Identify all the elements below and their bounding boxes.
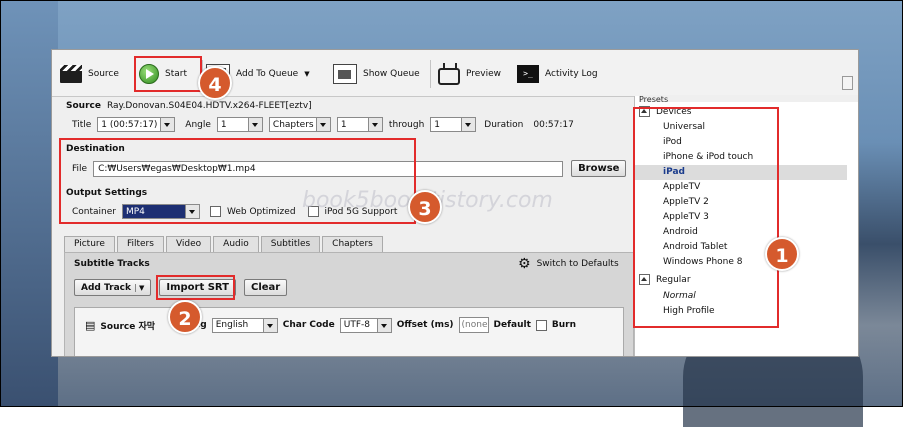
chapter-start-select[interactable]: 1 [336, 117, 383, 132]
title-label: Title [72, 119, 92, 130]
dropdown-arrow-icon [160, 118, 175, 131]
duration-label: Duration [484, 119, 524, 130]
charcode-select-value: UTF-8 [343, 320, 370, 330]
chapter-end-value: 1 [434, 119, 441, 130]
show-queue-label: Show Queue [363, 69, 420, 79]
tab-audio[interactable]: Audio [213, 236, 259, 252]
dropdown-arrow-icon [461, 118, 476, 131]
title-row: Title 1 (00:57:17) Angle 1 Chapters 1 th… [72, 117, 574, 132]
default-checkbox[interactable] [535, 319, 547, 331]
title-select[interactable]: 1 (00:57:17) [97, 117, 176, 132]
browse-button[interactable]: Browse [571, 160, 627, 177]
annotation-box-output [59, 138, 416, 224]
dropdown-arrow-icon [247, 118, 262, 131]
subtitle-heading-row: Subtitle Tracks [74, 259, 150, 269]
charcode-column: Char Code [282, 320, 335, 330]
chevron-down-icon[interactable]: ▼ [134, 283, 144, 292]
angle-select[interactable]: 1 [216, 117, 263, 132]
subtitle-columns: ▤ Source 자막 Lang English Char Code UTF-8… [85, 317, 576, 333]
add-track-button[interactable]: Add Track ▼ [74, 279, 152, 296]
angle-label: Angle [185, 119, 211, 130]
source-button[interactable]: Source [60, 63, 119, 85]
lang-select-value: English [215, 320, 249, 330]
charcode-select[interactable]: UTF-8 [339, 317, 392, 333]
angle-select-value: 1 [220, 119, 227, 130]
chapters-type-select[interactable]: Chapters [268, 117, 331, 132]
tab-video[interactable]: Video [165, 236, 212, 252]
annotation-badge-4: 4 [198, 66, 232, 100]
preview-label: Preview [466, 69, 502, 79]
source-row: Source Ray.Donovan.S04E04.HDTV.x264-FLEE… [66, 101, 312, 111]
scroll-up-icon[interactable] [842, 76, 853, 90]
source-button-label: Source [88, 69, 119, 79]
activity-log-button[interactable]: >_ Activity Log [517, 63, 598, 85]
duration-value: 00:57:17 [533, 119, 574, 130]
title-select-value: 1 (00:57:17) [101, 119, 158, 130]
source-name: Ray.Donovan.S04E04.HDTV.x264-FLEET[eztv] [106, 101, 312, 111]
chapters-type-value: Chapters [272, 119, 314, 130]
tab-picture[interactable]: Picture [64, 236, 115, 252]
add-track-label: Add Track [81, 282, 131, 293]
tab-subtitles[interactable]: Subtitles [260, 236, 321, 252]
add-to-queue-label: Add To Queue [236, 69, 299, 79]
dropdown-arrow-icon [376, 318, 391, 332]
dropdown-arrow-icon [315, 118, 330, 131]
activity-log-label: Activity Log [545, 69, 598, 79]
clapperboard-icon [60, 65, 82, 83]
background-building [0, 0, 58, 407]
annotation-box-presets [633, 107, 779, 328]
offset-column: Offset (ms) [396, 320, 454, 330]
annotation-badge-2: 2 [168, 300, 202, 334]
subtitles-panel: Subtitle Tracks ⚙ Switch to Defaults Add… [64, 252, 634, 356]
through-label: through [388, 119, 425, 130]
tab-chapters[interactable]: Chapters [322, 236, 383, 252]
chevron-down-icon[interactable]: ▼ [304, 70, 309, 78]
gear-icon: ⚙ [518, 256, 531, 272]
annotation-badge-1: 1 [765, 237, 799, 271]
tv-icon [438, 67, 460, 85]
settings-tabs: Picture Filters Video Audio Subtitles Ch… [64, 236, 383, 252]
tab-filters[interactable]: Filters [116, 236, 164, 252]
source-column: Source 자막 [100, 321, 156, 332]
show-queue-icon [333, 64, 357, 84]
annotation-box-start [134, 56, 202, 92]
offset-field[interactable]: (none [458, 317, 489, 333]
source-label: Source [66, 101, 101, 111]
toolbar-divider [430, 60, 431, 88]
chapter-end-select[interactable]: 1 [430, 117, 477, 132]
subtitle-tracks-heading: Subtitle Tracks [74, 259, 150, 269]
lang-select[interactable]: English [211, 317, 278, 333]
dropdown-arrow-icon [367, 118, 382, 131]
show-queue-button[interactable]: Show Queue [333, 63, 420, 85]
dropdown-arrow-icon [262, 318, 277, 332]
switch-defaults-label: Switch to Defaults [536, 259, 619, 269]
subtitle-track-row: ▤ Source 자막 Lang English Char Code UTF-8… [74, 307, 624, 356]
chapter-start-value: 1 [340, 119, 347, 130]
switch-defaults-button[interactable]: ⚙ Switch to Defaults [518, 256, 619, 272]
list-icon: ▤ [85, 318, 96, 332]
annotation-badge-3: 3 [408, 190, 442, 224]
annotation-box-import [156, 275, 235, 300]
clear-button[interactable]: Clear [244, 279, 288, 296]
presets-title: Presets [639, 95, 858, 104]
preview-button[interactable]: Preview [438, 63, 501, 85]
terminal-icon: >_ [517, 65, 539, 83]
burn-label: Burn [551, 320, 577, 330]
default-label: Default [493, 320, 531, 330]
